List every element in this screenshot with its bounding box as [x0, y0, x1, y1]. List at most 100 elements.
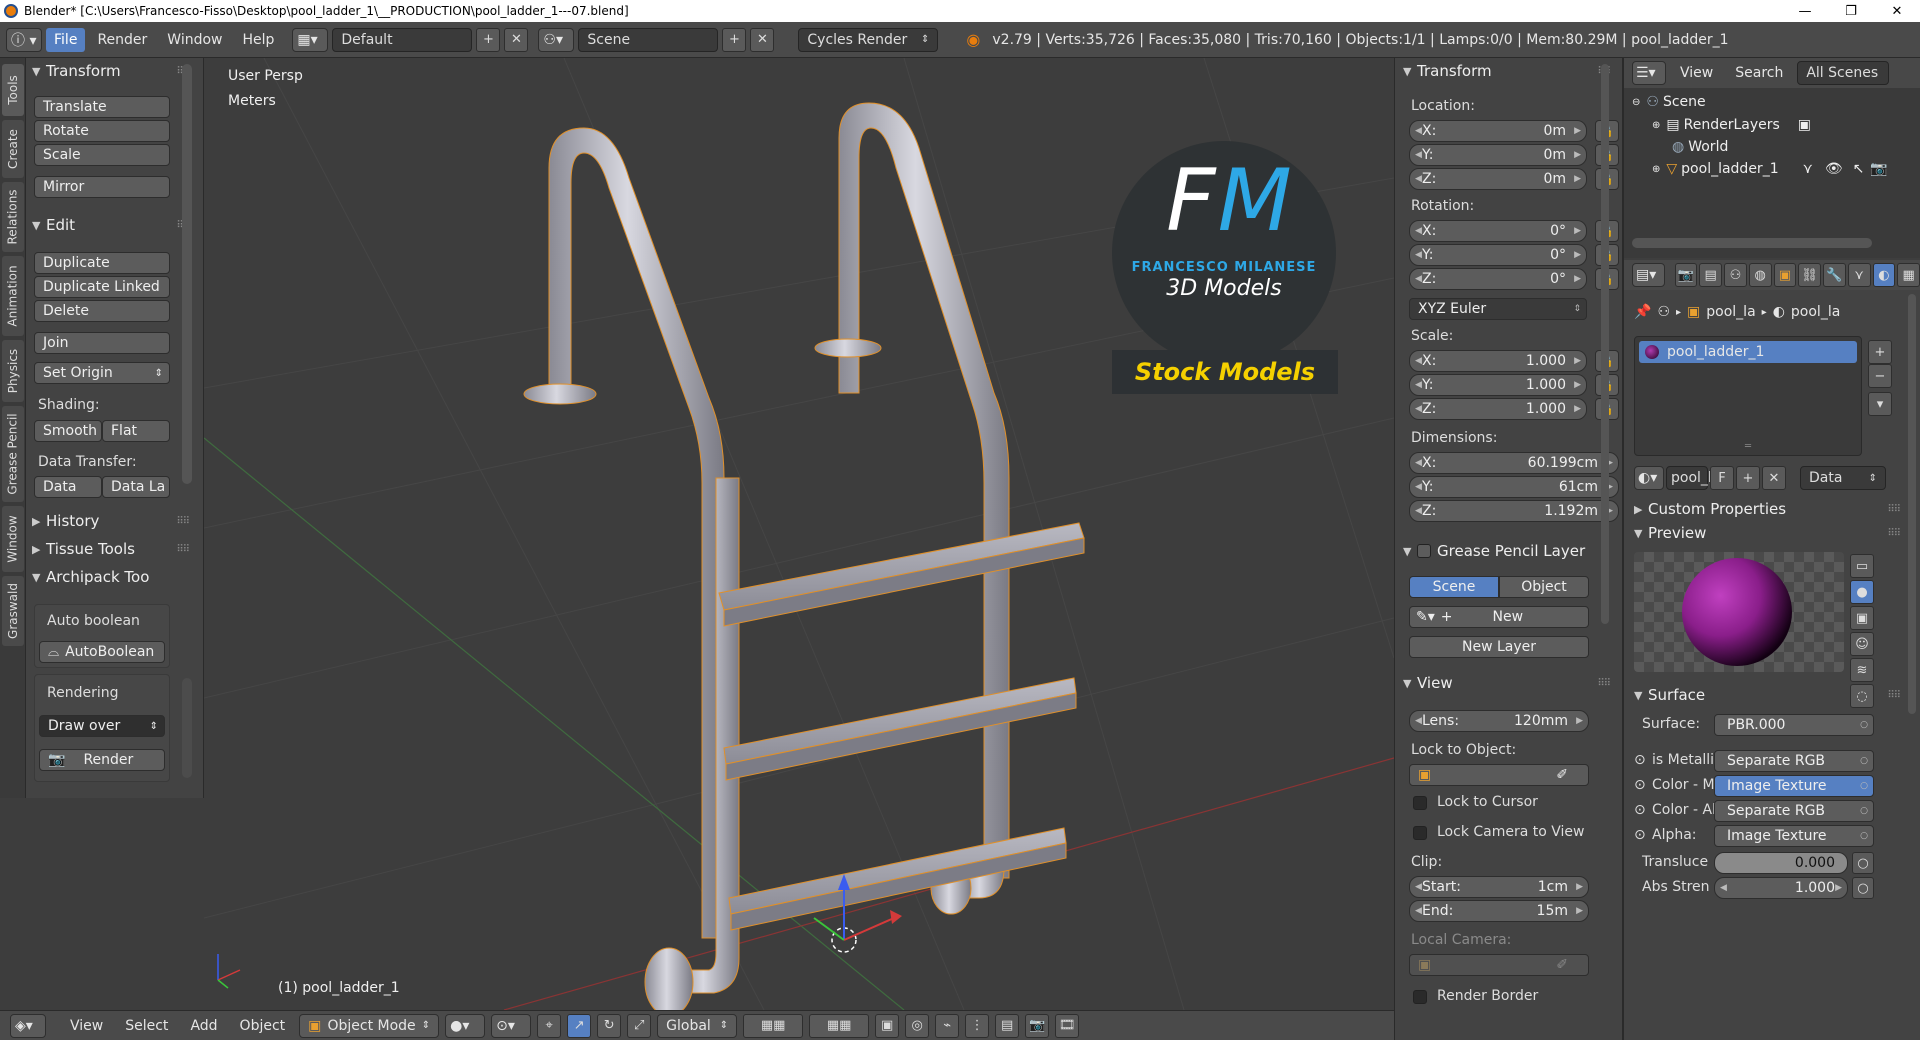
tab-window[interactable]: Window [2, 506, 24, 572]
render-layers-toggle-icon[interactable]: ▣ [1798, 117, 1811, 133]
rotation-mode-dropdown[interactable]: XYZ Euler ⇕ [1409, 298, 1587, 320]
proportional-edit-icon[interactable]: ◎ [905, 1013, 930, 1038]
grease-pencil-checkbox[interactable] [1417, 544, 1431, 558]
clip-end-field[interactable]: ◀ End: 15m ▶ [1409, 900, 1589, 922]
rotation-z-field[interactable]: ◀ Z: 0° ▶ [1409, 268, 1587, 290]
editor-type-button[interactable]: ⓘ ▾ [6, 27, 42, 52]
outliner-editor-type[interactable]: ☰▾ [1632, 61, 1666, 85]
preview-sphere-icon[interactable]: ● [1850, 580, 1874, 604]
viewport-view-menu[interactable]: View [62, 1014, 111, 1038]
transluce-slider[interactable]: 0.000 [1714, 852, 1848, 874]
color-ma-input[interactable]: Image Texture ○ [1714, 775, 1874, 797]
dimension-x-field[interactable]: ◀ X: 60.199cm ▶ [1409, 452, 1619, 474]
scale-button[interactable]: Scale [34, 144, 170, 166]
data-transfer-button[interactable]: Data [34, 476, 102, 498]
remove-slot-button[interactable]: − [1868, 364, 1892, 388]
surface-shader-field[interactable]: PBR.000 ○ [1714, 714, 1874, 736]
clip-start-field[interactable]: ◀ Start: 1cm ▶ [1409, 876, 1589, 898]
manipulator-toggle-icon[interactable]: ⌖ [537, 1013, 562, 1038]
shading-mode-dropdown[interactable]: ●▾ [445, 1013, 486, 1038]
preview-header[interactable]: ▼ Preview [1634, 522, 1706, 544]
render-camera-icon[interactable]: 📷 [1870, 161, 1887, 177]
scale-x-field[interactable]: ◀ X: 1.000 ▶ [1409, 350, 1587, 372]
location-z-field[interactable]: ◀ Z: 0m ▶ [1409, 168, 1587, 190]
rotation-x-field[interactable]: ◀ X: 0° ▶ [1409, 220, 1587, 242]
menu-window[interactable]: Window [159, 28, 230, 52]
x-gizmo-tip[interactable] [890, 910, 902, 924]
properties-editor-type[interactable]: ▤▾ [1632, 263, 1665, 287]
grease-scene-button[interactable]: Scene [1409, 576, 1499, 598]
lock-cursor-checkbox[interactable] [1413, 796, 1427, 810]
render-tab-icon[interactable]: 📷 [1674, 263, 1698, 287]
view-panel-header[interactable]: ▼ View [1403, 672, 1453, 694]
remove-layout-button[interactable]: ✕ [504, 27, 529, 52]
properties-scrollbar[interactable] [1908, 294, 1916, 714]
outliner[interactable]: ☰▾ View Search All Scenes ⊖ ⚇ Scene ⊕ ▤ Rend… [1624, 58, 1920, 258]
duplicate-linked-button[interactable]: Duplicate Linked [34, 276, 170, 298]
menu-file[interactable]: File [46, 27, 86, 52]
add-slot-button[interactable]: + [1868, 340, 1892, 364]
render-button[interactable]: 📷 Render [39, 749, 165, 771]
interaction-mode-dropdown[interactable]: ▣ Object Mode ⇕ [299, 1013, 440, 1038]
outliner-row-renderlayers[interactable]: ⊕ ▤ RenderLayers ▣ [1652, 114, 1811, 136]
layers-grid-right[interactable]: ▦▦ [809, 1013, 870, 1038]
data-layers-button[interactable]: Data La [102, 476, 170, 498]
tab-create[interactable]: Create [2, 120, 24, 178]
scene-name-field[interactable]: Scene [578, 27, 719, 52]
material-slot-list[interactable]: pool_ladder_1 ═ [1634, 336, 1862, 456]
abs-stren-field[interactable]: ◀ 1.000 ▶ [1714, 877, 1848, 899]
preview-cube-icon[interactable]: ▣ [1850, 606, 1874, 630]
surface-header[interactable]: ▼ Surface [1634, 684, 1705, 706]
rotate-manipulator-icon[interactable]: ↻ [597, 1013, 622, 1038]
add-scene-button[interactable]: + [722, 27, 747, 52]
list-resize-icon[interactable]: ═ [1745, 441, 1751, 452]
cursor-select-icon[interactable]: ↖ [1853, 161, 1865, 177]
dimension-z-field[interactable]: ◀ Z: 1.192m ▶ [1409, 500, 1619, 522]
n-transform-header[interactable]: ▼ Transform [1403, 60, 1492, 82]
drag-grip-icon[interactable]: ⠿⠿ [1597, 678, 1611, 689]
viewport-object-menu[interactable]: Object [232, 1014, 294, 1038]
preview-sky-icon[interactable]: ◌ [1850, 684, 1874, 708]
preview-flat-icon[interactable]: ▭ [1850, 554, 1874, 578]
menu-help[interactable]: Help [234, 28, 282, 52]
preview-monkey-icon[interactable]: ☺ [1850, 632, 1874, 656]
slot-specials-button[interactable]: ▾ [1868, 392, 1892, 416]
translate-button[interactable]: Translate [34, 96, 170, 118]
tab-grease-pencil[interactable]: Grease Pencil [2, 406, 24, 502]
mesh-data-tab-icon[interactable]: ⋎ [1847, 263, 1871, 287]
render-layers-tab-icon[interactable]: ▤ [1699, 263, 1723, 287]
edit-panel-header[interactable]: ▼ Edit [32, 214, 75, 236]
outliner-row-pool-ladder[interactable]: ⊕ ▽ pool_ladder_1 ⋎ 👁 ↖ 📷 [1652, 158, 1888, 180]
layout-browse-button[interactable]: ▦▾ [292, 27, 329, 52]
material-name-field[interactable]: pool_l [1666, 466, 1712, 490]
tab-graswald[interactable]: Graswald [2, 576, 24, 646]
snap-target-icon[interactable]: ▤ [995, 1013, 1020, 1038]
outliner-search-menu[interactable]: Search [1727, 61, 1791, 85]
outliner-filter-dropdown[interactable]: All Scenes [1797, 61, 1890, 85]
local-camera-field[interactable]: ▣ ✐ [1409, 954, 1589, 976]
scene-browse-button[interactable]: ⚇▾ [538, 27, 575, 52]
object-tab-icon[interactable]: ▣ [1773, 263, 1797, 287]
tab-relations[interactable]: Relations [2, 182, 24, 252]
drag-grip-icon[interactable]: ⠿⠿ [1887, 504, 1901, 515]
join-button[interactable]: Join [34, 332, 170, 354]
outliner-row-scene[interactable]: ⊖ ⚇ Scene [1632, 91, 1706, 113]
modifiers-tab-icon[interactable]: 🔧 [1823, 263, 1846, 287]
tissue-tools-panel-header[interactable]: ▶ Tissue Tools [32, 538, 135, 560]
transform-orientation-dropdown[interactable]: Global ⇕ [657, 1013, 738, 1038]
new-material-button[interactable]: + [1736, 466, 1760, 490]
autoboolean-button[interactable]: ⌓ AutoBoolean [39, 641, 165, 663]
pivot-dropdown[interactable]: ⊙▾ [491, 1013, 532, 1038]
grease-object-button[interactable]: Object [1499, 576, 1589, 598]
new-grease-pencil-button[interactable]: ✎▾ + New [1409, 606, 1589, 628]
tab-physics[interactable]: Physics [2, 340, 24, 402]
preview-hair-icon[interactable]: ≋ [1850, 658, 1874, 682]
grease-pencil-layers-header[interactable]: ▼ Grease Pencil Layer [1403, 540, 1585, 562]
scale-y-field[interactable]: ◀ Y: 1.000 ▶ [1409, 374, 1587, 396]
3d-viewport[interactable]: User Persp Meters (1) pool_ladder_1 FM F… [204, 58, 1394, 1010]
material-slot-row[interactable]: pool_ladder_1 [1639, 341, 1857, 363]
toolshelf-scrollbar-lower[interactable] [182, 678, 192, 778]
lock-layers-icon[interactable]: ▣ [875, 1013, 900, 1038]
lock-object-field[interactable]: ▣ ✐ [1409, 764, 1589, 786]
material-tab-icon[interactable]: ◐ [1872, 263, 1896, 287]
